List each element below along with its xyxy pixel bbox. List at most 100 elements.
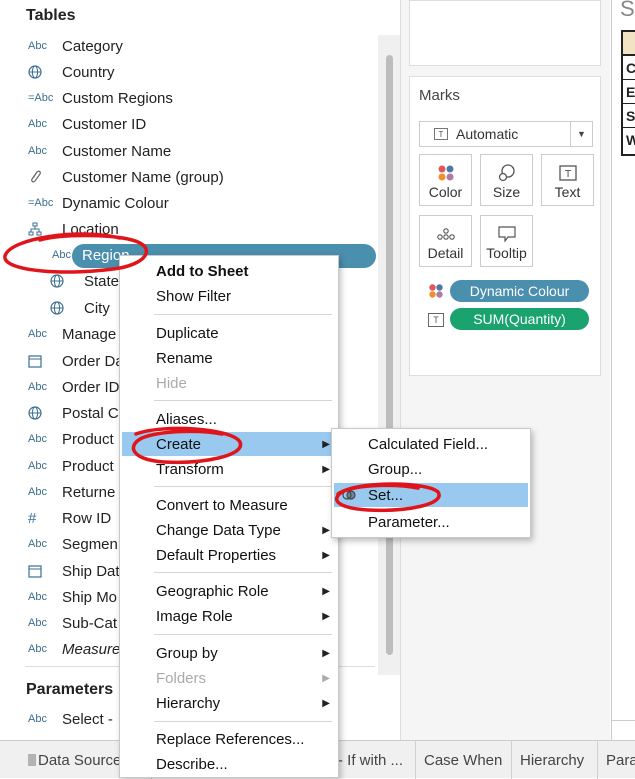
tab-if-with[interactable]: - If with ...: [330, 741, 416, 779]
field-item[interactable]: State: [50, 268, 119, 294]
menu-separator: [154, 572, 332, 573]
menu-item-geographic-role[interactable]: Geographic Role ▶: [122, 579, 336, 603]
sum-quantity-pill[interactable]: SUM(Quantity): [450, 308, 589, 330]
field-item[interactable]: Abc Customer ID: [28, 111, 146, 137]
detail-dots-icon: [436, 223, 456, 245]
menu-item-label: Folders: [156, 669, 207, 687]
menu-item-transform[interactable]: Transform ▶: [122, 457, 336, 481]
field-label: Category: [62, 37, 123, 55]
field-item[interactable]: =Abc Dynamic Colour: [28, 190, 169, 216]
menu-item-label: Hierarchy: [156, 694, 221, 712]
menu-item-hierarchy[interactable]: Hierarchy ▶: [122, 691, 336, 715]
globe-icon: [50, 301, 76, 315]
field-label: Measure: [62, 640, 121, 658]
menu-item-set[interactable]: Set...: [334, 483, 528, 507]
field-item[interactable]: Ship Dat: [28, 558, 120, 584]
field-item[interactable]: Abc Product: [28, 426, 114, 452]
tables-heading: Tables: [26, 7, 76, 24]
menu-separator: [154, 634, 332, 635]
field-item[interactable]: Order Da: [28, 348, 124, 374]
menu-separator: [154, 314, 332, 315]
submenu-arrow-icon: ▶: [322, 524, 330, 536]
dynamic-colour-pill[interactable]: Dynamic Colour: [450, 280, 589, 302]
menu-item-describe[interactable]: Describe...: [122, 752, 336, 776]
paperclip-group-icon: [28, 169, 54, 185]
string-type-icon: Abc: [28, 381, 47, 393]
string-type-icon: Abc: [28, 538, 47, 550]
calculated-string-icon: =Abc: [28, 92, 54, 104]
field-item[interactable]: Abc Returne: [28, 479, 115, 505]
parameter-item[interactable]: Abc Select -: [28, 706, 113, 732]
scrollbar-thumb[interactable]: [386, 55, 393, 655]
field-item[interactable]: Abc Sub-Cat: [28, 610, 117, 636]
menu-item-default-properties[interactable]: Default Properties ▶: [122, 543, 336, 567]
table-header-cell: [621, 30, 635, 56]
string-type-icon: Abc: [28, 118, 47, 130]
size-button[interactable]: Size: [480, 154, 533, 206]
submenu-arrow-icon: ▶: [322, 463, 330, 475]
field-item[interactable]: # Row ID: [28, 505, 111, 531]
menu-item-duplicate[interactable]: Duplicate: [122, 321, 336, 345]
field-item[interactable]: Postal C: [28, 400, 119, 426]
field-item[interactable]: City: [50, 295, 110, 321]
field-item[interactable]: Country: [28, 59, 115, 85]
size-button-label: Size: [492, 184, 521, 200]
size-circles-icon: [497, 162, 517, 184]
menu-item-aliases[interactable]: Aliases...: [122, 407, 336, 431]
field-item[interactable]: Abc Product: [28, 453, 114, 479]
menu-item-convert-to-measure[interactable]: Convert to Measure: [122, 493, 336, 517]
submenu-arrow-icon: ▶: [322, 549, 330, 561]
menu-item-add-to-sheet[interactable]: Add to Sheet: [122, 259, 336, 283]
menu-item-label: Image Role: [156, 607, 233, 625]
create-submenu: Calculated Field... Group... Set... Para…: [331, 428, 531, 538]
string-type-icon: Abc: [28, 40, 47, 52]
menu-item-image-role[interactable]: Image Role ▶: [122, 604, 336, 628]
menu-item-calculated-field[interactable]: Calculated Field...: [334, 432, 528, 456]
filters-shelf[interactable]: [409, 0, 601, 66]
parameter-label: Select -: [62, 710, 113, 728]
color-dots-icon: [437, 162, 455, 184]
field-item[interactable]: Abc Manage: [28, 321, 116, 347]
string-type-icon: Abc: [28, 145, 47, 157]
menu-item-change-data-type[interactable]: Change Data Type ▶: [122, 518, 336, 542]
menu-item-parameter[interactable]: Parameter...: [334, 510, 528, 534]
string-type-icon: Abc: [52, 249, 71, 261]
set-venn-icon: [342, 488, 356, 506]
hierarchy-icon: [28, 222, 54, 236]
menu-item-label: Transform: [156, 460, 224, 478]
mark-type-dropdown[interactable]: T Automatic ▼: [419, 121, 593, 147]
field-item[interactable]: Abc Category: [28, 33, 123, 59]
text-button-label: Text: [554, 184, 581, 200]
tooltip-bubble-icon: [497, 223, 516, 245]
menu-item-replace-references[interactable]: Replace References...: [122, 727, 336, 751]
menu-item-rename[interactable]: Rename: [122, 346, 336, 370]
menu-item-show-filter[interactable]: Show Filter: [122, 284, 336, 308]
menu-item-create[interactable]: Create ▶: [122, 432, 336, 456]
field-item[interactable]: Abc Ship Mo: [28, 584, 117, 610]
string-type-icon: Abc: [28, 433, 47, 445]
field-item[interactable]: Location: [28, 216, 119, 242]
field-item[interactable]: Abc Segmen: [28, 531, 118, 557]
tab-case-when[interactable]: Case When: [416, 741, 512, 779]
detail-button[interactable]: Detail: [419, 215, 472, 267]
string-type-icon: Abc: [28, 328, 47, 340]
field-item[interactable]: Abc Customer Name: [28, 138, 171, 164]
field-item[interactable]: =Abc Custom Regions: [28, 85, 173, 111]
field-label: Product: [62, 430, 114, 448]
field-item[interactable]: Abc Measure: [28, 636, 120, 662]
table-row: E: [623, 80, 635, 104]
field-label: Postal C: [62, 404, 119, 422]
tab-hierarchy[interactable]: Hierarchy: [512, 741, 598, 779]
tooltip-button[interactable]: Tooltip: [480, 215, 533, 267]
field-label: Customer Name: [62, 142, 172, 160]
detail-button-label: Detail: [427, 245, 464, 261]
field-item[interactable]: Abc Order ID: [28, 374, 120, 400]
menu-item-group[interactable]: Group...: [334, 457, 528, 481]
field-label: Row ID: [62, 509, 112, 527]
sheet-title: S: [620, 0, 635, 21]
menu-item-group-by[interactable]: Group by ▶: [122, 641, 336, 665]
text-button[interactable]: T Text: [541, 154, 594, 206]
color-button[interactable]: Color: [419, 154, 472, 206]
field-item[interactable]: Customer Name (group): [28, 164, 224, 190]
tab-parameters[interactable]: Para: [598, 741, 635, 779]
